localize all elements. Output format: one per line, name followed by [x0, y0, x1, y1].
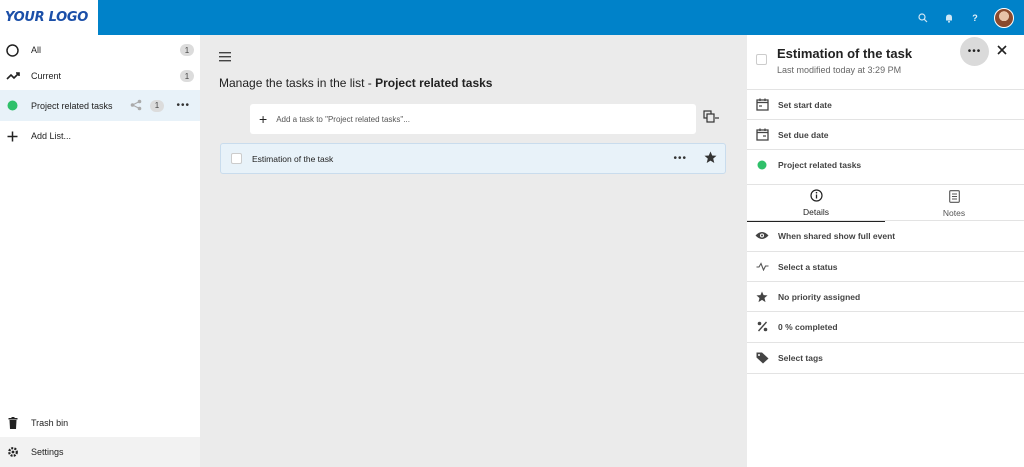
plus-icon	[0, 131, 25, 142]
sidebar-item-add-list[interactable]: Add List...	[0, 121, 200, 151]
set-due-date-row[interactable]: Set due date	[747, 119, 1024, 149]
tab-details[interactable]: Details	[747, 185, 885, 222]
sidebar-item-label: All	[31, 45, 42, 55]
trash-icon	[0, 417, 25, 429]
sidebar: All 1 Current 1 Project related tasks 1 …	[0, 35, 200, 467]
logo[interactable]: YOUR LOGO	[0, 0, 98, 35]
set-due-date-label: Set due date	[778, 129, 829, 140]
sidebar-item-label: Add List...	[31, 131, 72, 141]
tab-label: Details	[803, 206, 829, 217]
star-icon[interactable]	[704, 151, 717, 169]
tags-row[interactable]: Select tags	[747, 342, 1024, 372]
top-header: YOUR LOGO ?	[0, 0, 1024, 35]
divider	[747, 373, 1024, 374]
calendar-start-icon	[747, 98, 777, 111]
logo-text: YOUR LOGO	[5, 10, 88, 25]
info-icon	[809, 188, 823, 204]
more-options-icon[interactable]: •••	[176, 100, 190, 111]
green-dot-icon	[747, 160, 777, 170]
sidebar-item-current[interactable]: Current 1	[0, 61, 200, 91]
page-title-prefix: Manage the tasks in the list -	[219, 76, 376, 90]
sidebar-item-settings[interactable]: Settings	[0, 437, 200, 467]
tab-notes[interactable]: Notes	[885, 185, 1023, 222]
count-badge: 1	[180, 70, 194, 82]
percent-completed-row[interactable]: 0 % completed	[747, 311, 1024, 341]
count-badge: 1	[150, 99, 164, 112]
status-row[interactable]: Select a status	[747, 251, 1024, 281]
percent-icon	[747, 321, 777, 332]
calendar-due-icon	[747, 128, 777, 141]
set-start-date-label: Set start date	[778, 99, 832, 110]
tab-label: Notes	[942, 207, 966, 218]
green-dot-icon	[0, 100, 25, 111]
gear-icon	[0, 446, 25, 458]
trending-icon	[0, 71, 25, 81]
add-task-input[interactable]	[276, 114, 657, 124]
settings-label: Settings	[31, 447, 64, 457]
task-checkbox[interactable]	[231, 153, 242, 164]
tags-label: Select tags	[778, 352, 823, 363]
avatar[interactable]	[994, 7, 1014, 28]
count-badge: 1	[180, 44, 194, 56]
page-title: Manage the tasks in the list - Project r…	[219, 76, 492, 90]
notes-icon	[948, 189, 960, 205]
add-task-box[interactable]: +	[250, 104, 696, 134]
help-icon[interactable]: ?	[962, 0, 988, 35]
show-full-event-row[interactable]: When shared show full event	[747, 220, 1024, 250]
page-title-list-name: Project related tasks	[375, 76, 493, 90]
percent-completed-label: 0 % completed	[778, 321, 838, 332]
set-start-date-row[interactable]: Set start date	[747, 89, 1024, 119]
plus-icon: +	[259, 111, 268, 127]
task-details-panel: Estimation of the task Last modified tod…	[747, 35, 1024, 467]
panel-more-options-button[interactable]: •••	[960, 37, 989, 66]
sidebar-item-label: Current	[31, 71, 62, 81]
close-icon[interactable]	[997, 42, 1007, 58]
task-title[interactable]: Estimation of the task	[777, 46, 912, 61]
main-content: Manage the tasks in the list - Project r…	[200, 35, 747, 467]
show-full-event-label: When shared show full event	[778, 230, 896, 241]
circle-icon	[0, 43, 25, 57]
header-icons: ?	[910, 0, 1014, 35]
hamburger-menu-icon[interactable]	[219, 49, 231, 67]
task-more-options-icon[interactable]: •••	[673, 153, 687, 164]
panel-tabs: Details Notes	[747, 184, 1024, 222]
trash-label: Trash bin	[31, 418, 69, 428]
status-label: Select a status	[778, 261, 838, 272]
task-row[interactable]: Estimation of the task •••	[220, 143, 726, 174]
task-name: Estimation of the task	[252, 153, 334, 164]
sidebar-item-label: Project related tasks	[31, 100, 113, 111]
bell-icon[interactable]	[936, 0, 962, 35]
toggle-subtasks-icon[interactable]	[703, 110, 720, 129]
task-complete-checkbox[interactable]	[756, 54, 767, 65]
search-icon[interactable]	[910, 0, 936, 35]
priority-row[interactable]: No priority assigned	[747, 281, 1024, 311]
star-icon	[747, 290, 777, 303]
sidebar-item-trash-bin[interactable]: Trash bin	[0, 408, 200, 438]
last-modified-text: Last modified today at 3:29 PM	[777, 65, 902, 75]
sidebar-item-project-related-tasks[interactable]: Project related tasks 1 •••	[0, 90, 200, 121]
eye-icon	[747, 231, 777, 240]
share-icon[interactable]	[130, 99, 142, 113]
pulse-icon	[747, 262, 777, 271]
task-list-row[interactable]: Project related tasks	[747, 149, 1024, 179]
task-list-label: Project related tasks	[778, 159, 862, 170]
priority-label: No priority assigned	[778, 291, 861, 302]
tag-icon	[747, 352, 777, 364]
